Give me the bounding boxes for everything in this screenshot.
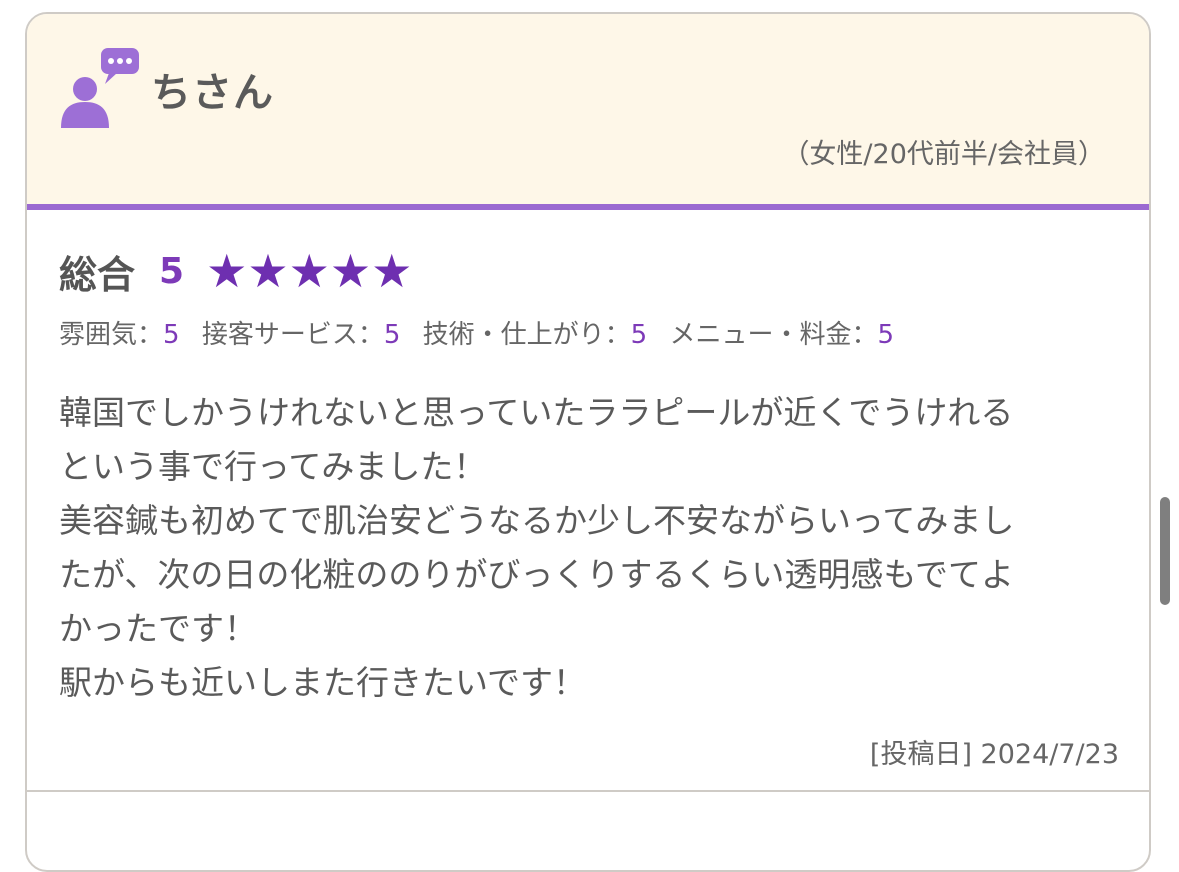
star-icon: ★ [288, 244, 330, 298]
star-icon: ★ [247, 244, 289, 298]
review-line: 韓国でしかうけれないと思っていたララピールが近くでうけれる [59, 393, 1014, 432]
review-line: 美容鍼も初めてで肌治安どうなるか少し不安ながらいってみまし [59, 501, 1015, 540]
post-date: [投稿日] 2024/7/23 [869, 739, 1119, 770]
sub-rating-service: 接客サービス：5 [202, 320, 409, 350]
review-line: たが、次の日の化粧ののりがびっくりするくらい透明感もでてよ [59, 555, 1015, 594]
star-rating: ★ ★ ★ ★ ★ [206, 248, 412, 294]
review-line: かったです！ [59, 609, 257, 648]
reviewer-name: ちさん [151, 70, 274, 116]
star-icon: ★ [329, 244, 372, 298]
review-card: ちさん （女性/20代前半/会社員） 総合 5 ★ ★ ★ ★ ★ 雰囲気：5 … [25, 12, 1151, 872]
review-header: ちさん （女性/20代前半/会社員） [27, 14, 1149, 210]
scrollbar[interactable] [1160, 497, 1170, 605]
sub-ratings: 雰囲気：5 接客サービス：5 技術・仕上がり：5 メニュー・料金：5 [59, 314, 908, 351]
star-icon: ★ [371, 244, 413, 298]
reviewer-profile: （女性/20代前半/会社員） [782, 139, 1105, 170]
sub-rating-label: 接客サービス： [201, 320, 384, 350]
sub-rating-label: メニュー・料金： [669, 320, 878, 350]
sub-rating-value: 5 [163, 320, 180, 350]
sub-rating-value: 5 [630, 320, 648, 350]
sub-rating-label: 雰囲気： [59, 320, 164, 350]
overall-score: 5 [159, 250, 185, 292]
overall-rating: 総合 5 ★ ★ ★ ★ ★ [59, 246, 412, 297]
review-line: 駅からも近いしまた行きたいです！ [59, 663, 587, 702]
divider [27, 790, 1149, 792]
overall-label: 総合 [59, 252, 136, 297]
sub-rating-menu-price: メニュー・料金：5 [669, 320, 894, 350]
review-line: という事で行ってみました！ [59, 447, 487, 486]
review-text: 韓国でしかうけれないと思っていたララピールが近くでうけれる という事で行ってみま… [59, 386, 1121, 710]
sub-rating-value: 5 [877, 320, 895, 350]
star-icon: ★ [206, 244, 248, 298]
sub-rating-label: 技術・仕上がり： [422, 320, 631, 350]
sub-rating-atmosphere: 雰囲気：5 [59, 320, 188, 350]
sub-rating-value: 5 [383, 320, 401, 350]
user-comment-icon [61, 48, 139, 128]
sub-rating-technique: 技術・仕上がり：5 [423, 320, 656, 350]
